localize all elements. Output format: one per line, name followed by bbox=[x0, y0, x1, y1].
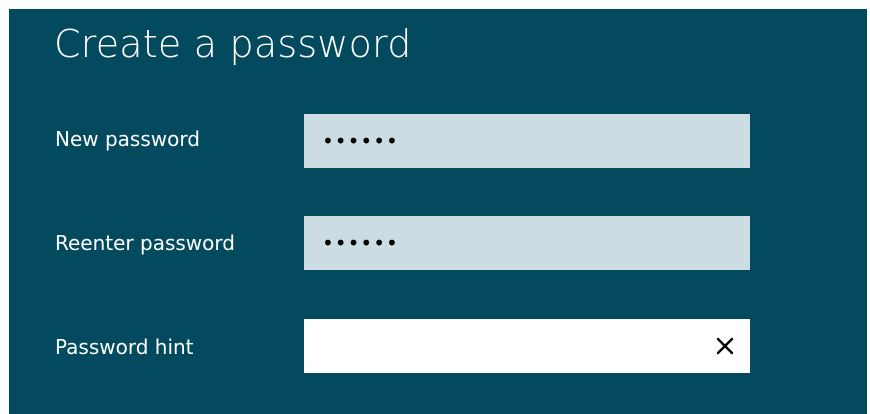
reenter-password-value: •••••• bbox=[322, 231, 399, 255]
page-title: Create a password bbox=[54, 22, 412, 66]
password-hint-field[interactable] bbox=[304, 319, 750, 373]
new-password-label: New password bbox=[55, 127, 200, 151]
page: Create a password New password •••••• Re… bbox=[0, 0, 870, 414]
create-password-panel: Create a password New password •••••• Re… bbox=[9, 9, 867, 414]
clear-button[interactable] bbox=[712, 333, 738, 359]
close-icon bbox=[716, 337, 734, 355]
password-hint-label: Password hint bbox=[55, 335, 194, 359]
reenter-password-label: Reenter password bbox=[55, 231, 235, 255]
new-password-field[interactable]: •••••• bbox=[304, 114, 750, 168]
reenter-password-field[interactable]: •••••• bbox=[304, 216, 750, 270]
new-password-value: •••••• bbox=[322, 129, 399, 153]
